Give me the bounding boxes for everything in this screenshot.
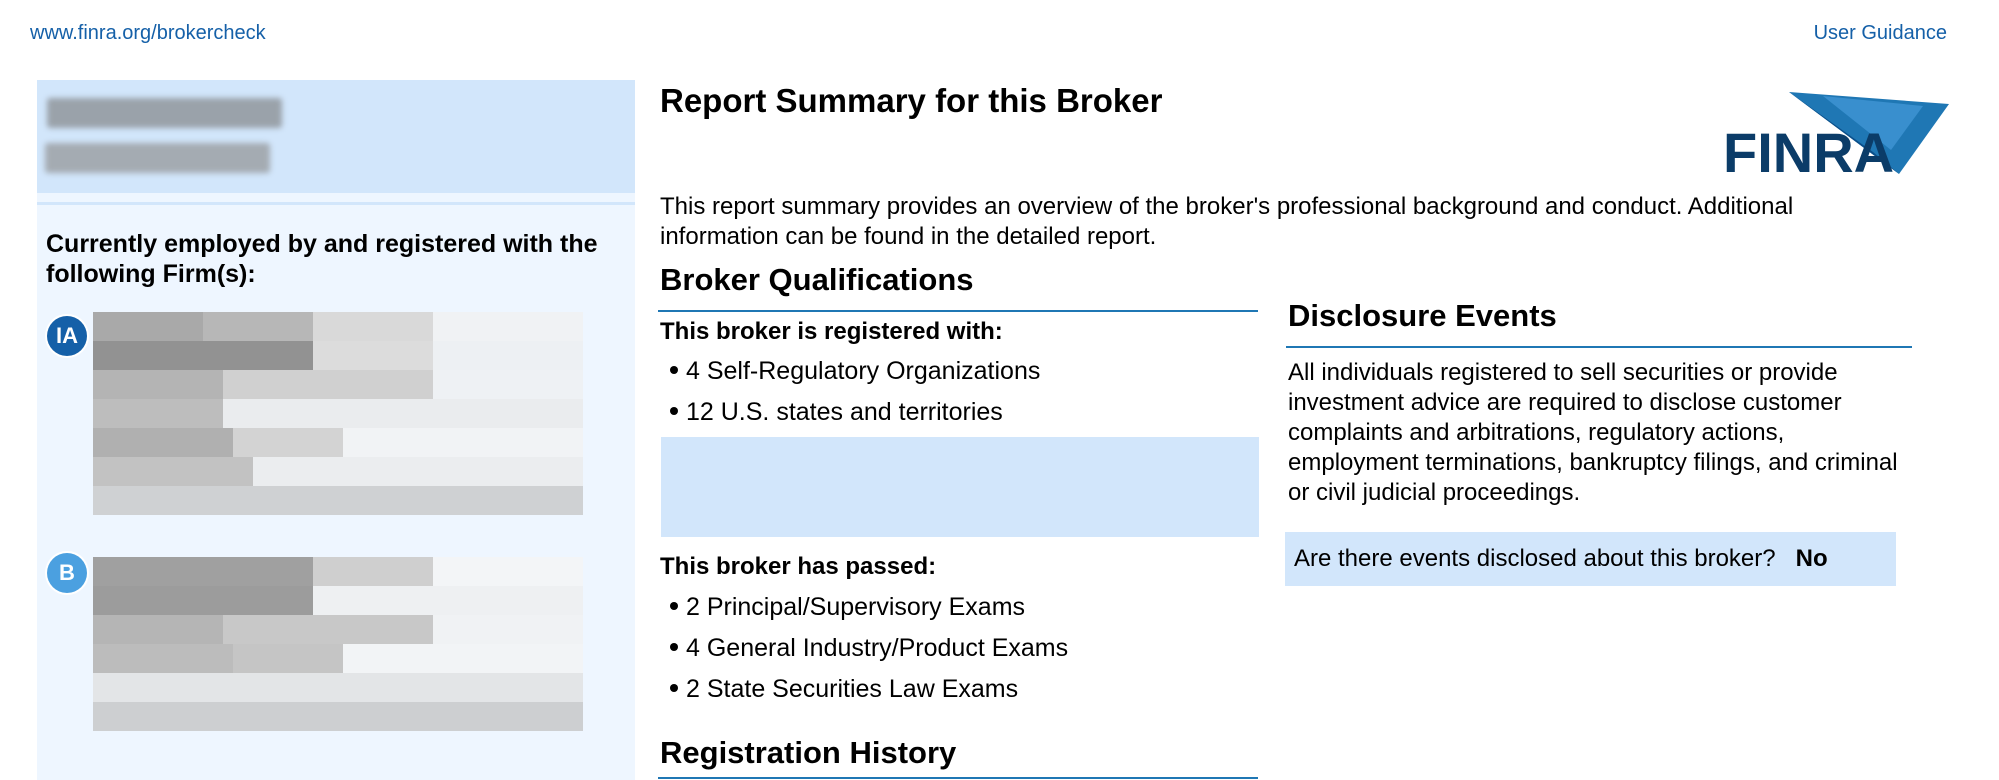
finra-logo: FINRA: [1723, 92, 1949, 184]
redacted-broker-name: [47, 98, 282, 128]
b-badge: B: [47, 553, 87, 593]
registered-item: 12 U.S. states and territories: [670, 398, 1003, 427]
redacted-crd-number: [45, 143, 270, 173]
bullet-dot: [670, 407, 678, 416]
ia-badge: IA: [47, 316, 87, 356]
bullet-dot: [670, 602, 678, 611]
page-title: Report Summary for this Broker: [660, 82, 1163, 119]
bullet-dot: [670, 643, 678, 652]
firm-entry-b: [93, 557, 589, 762]
disclosure-events-title: Disclosure Events: [1288, 298, 1557, 333]
passed-item-label: 4 General Industry/Product Exams: [686, 634, 1069, 662]
registered-item-label: 12 U.S. states and territories: [686, 398, 1003, 426]
broker-qualifications-title: Broker Qualifications: [660, 262, 974, 297]
passed-item: 2 Principal/Supervisory Exams: [670, 593, 1025, 622]
disclosure-rule: [1286, 346, 1912, 348]
bullet-dot: [670, 366, 678, 375]
qualifications-rule: [658, 310, 1258, 312]
registered-item: 4 Self-Regulatory Organizations: [670, 357, 1040, 386]
brokercheck-url-link[interactable]: www.finra.org/brokercheck: [30, 22, 266, 45]
disclosure-question-box: Are there events disclosed about this br…: [1285, 532, 1896, 586]
firm-entry-ia: [93, 312, 589, 522]
registration-history-title: Registration History: [660, 735, 957, 770]
passed-item: 4 General Industry/Product Exams: [670, 634, 1068, 663]
registered-item-label: 4 Self-Regulatory Organizations: [686, 357, 1041, 385]
user-guidance-link[interactable]: User Guidance: [1814, 22, 1947, 45]
finra-logo-text: FINRA: [1723, 121, 1894, 178]
bullet-dot: [670, 684, 678, 693]
disclosure-text: All individuals registered to sell secur…: [1288, 359, 1898, 506]
passed-item-label: 2 Principal/Supervisory Exams: [686, 593, 1026, 621]
passed-heading: This broker has passed:: [660, 553, 937, 580]
disclosure-answer: No: [1795, 545, 1828, 572]
employed-heading: Currently employed by and registered wit…: [46, 230, 598, 288]
passed-item-label: 2 State Securities Law Exams: [686, 675, 1019, 703]
panel-divider: [37, 202, 635, 205]
broker-sidebar: Currently employed by and registered wit…: [37, 80, 635, 780]
intro-text: This report summary provides an overview…: [660, 193, 1794, 250]
qualifications-blank-box: [661, 437, 1259, 537]
disclosure-question: Are there events disclosed about this br…: [1294, 545, 1776, 572]
registration-history-rule: [658, 777, 1258, 779]
passed-item: 2 State Securities Law Exams: [670, 675, 1018, 704]
broker-name-box: [37, 80, 635, 193]
registered-with-heading: This broker is registered with:: [660, 318, 1003, 345]
